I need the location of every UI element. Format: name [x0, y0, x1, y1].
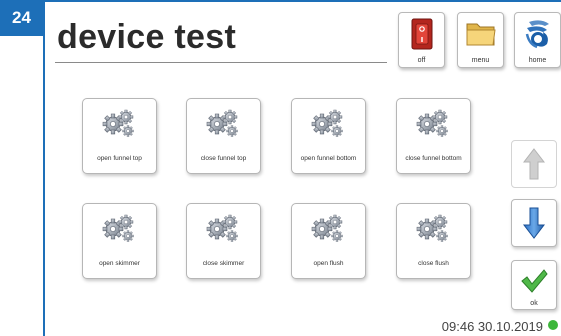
gears-icon [311, 107, 347, 141]
off-button[interactable]: off [398, 12, 445, 68]
page-title: device test [57, 18, 237, 56]
close-flush-button[interactable]: close flush [396, 203, 471, 279]
open-funnel-bottom-button[interactable]: open funnel bottom [291, 98, 366, 174]
arrow-down-icon [522, 207, 546, 239]
home-logo-icon [525, 20, 549, 49]
page-number-badge: 24 [0, 0, 43, 36]
device-test-screen: device test off menu home open funnel to [45, 2, 561, 336]
off-button-label: off [417, 57, 426, 64]
status-datetime: 09:46 30.10.2019 [441, 319, 543, 334]
function-label: close flush [418, 260, 449, 267]
function-label: open funnel bottom [300, 155, 357, 162]
scroll-down-button[interactable] [511, 199, 557, 247]
function-label: close skimmer [202, 260, 245, 267]
gears-icon [311, 212, 347, 246]
gears-icon [206, 212, 242, 246]
gears-icon [416, 212, 452, 246]
menu-button[interactable]: menu [457, 12, 504, 68]
folder-icon [466, 23, 496, 46]
checkmark-icon [521, 269, 548, 293]
gears-icon [206, 107, 242, 141]
close-funnel-top-button[interactable]: close funnel top [186, 98, 261, 174]
scroll-up-button[interactable] [511, 140, 557, 188]
gears-icon [102, 212, 138, 246]
function-label: open funnel top [97, 155, 142, 162]
open-funnel-top-button[interactable]: open funnel top [82, 98, 157, 174]
open-flush-button[interactable]: open flush [291, 203, 366, 279]
function-label: close funnel top [200, 155, 247, 162]
status-indicator [548, 320, 558, 330]
function-label: close funnel bottom [405, 155, 462, 162]
close-funnel-bottom-button[interactable]: close funnel bottom [396, 98, 471, 174]
title-underline [55, 62, 387, 63]
home-button[interactable]: home [514, 12, 561, 68]
function-label: open flush [313, 260, 344, 267]
menu-button-label: menu [471, 57, 490, 64]
function-label: open skimmer [99, 260, 140, 267]
ok-button[interactable]: ok [511, 260, 557, 310]
home-button-label: home [528, 57, 547, 64]
gears-icon [102, 107, 138, 141]
close-skimmer-button[interactable]: close skimmer [186, 203, 261, 279]
open-skimmer-button[interactable]: open skimmer [82, 203, 157, 279]
arrow-up-icon [522, 148, 546, 180]
power-switch-icon [411, 18, 432, 50]
gears-icon [416, 107, 452, 141]
ok-button-label: ok [530, 300, 538, 307]
